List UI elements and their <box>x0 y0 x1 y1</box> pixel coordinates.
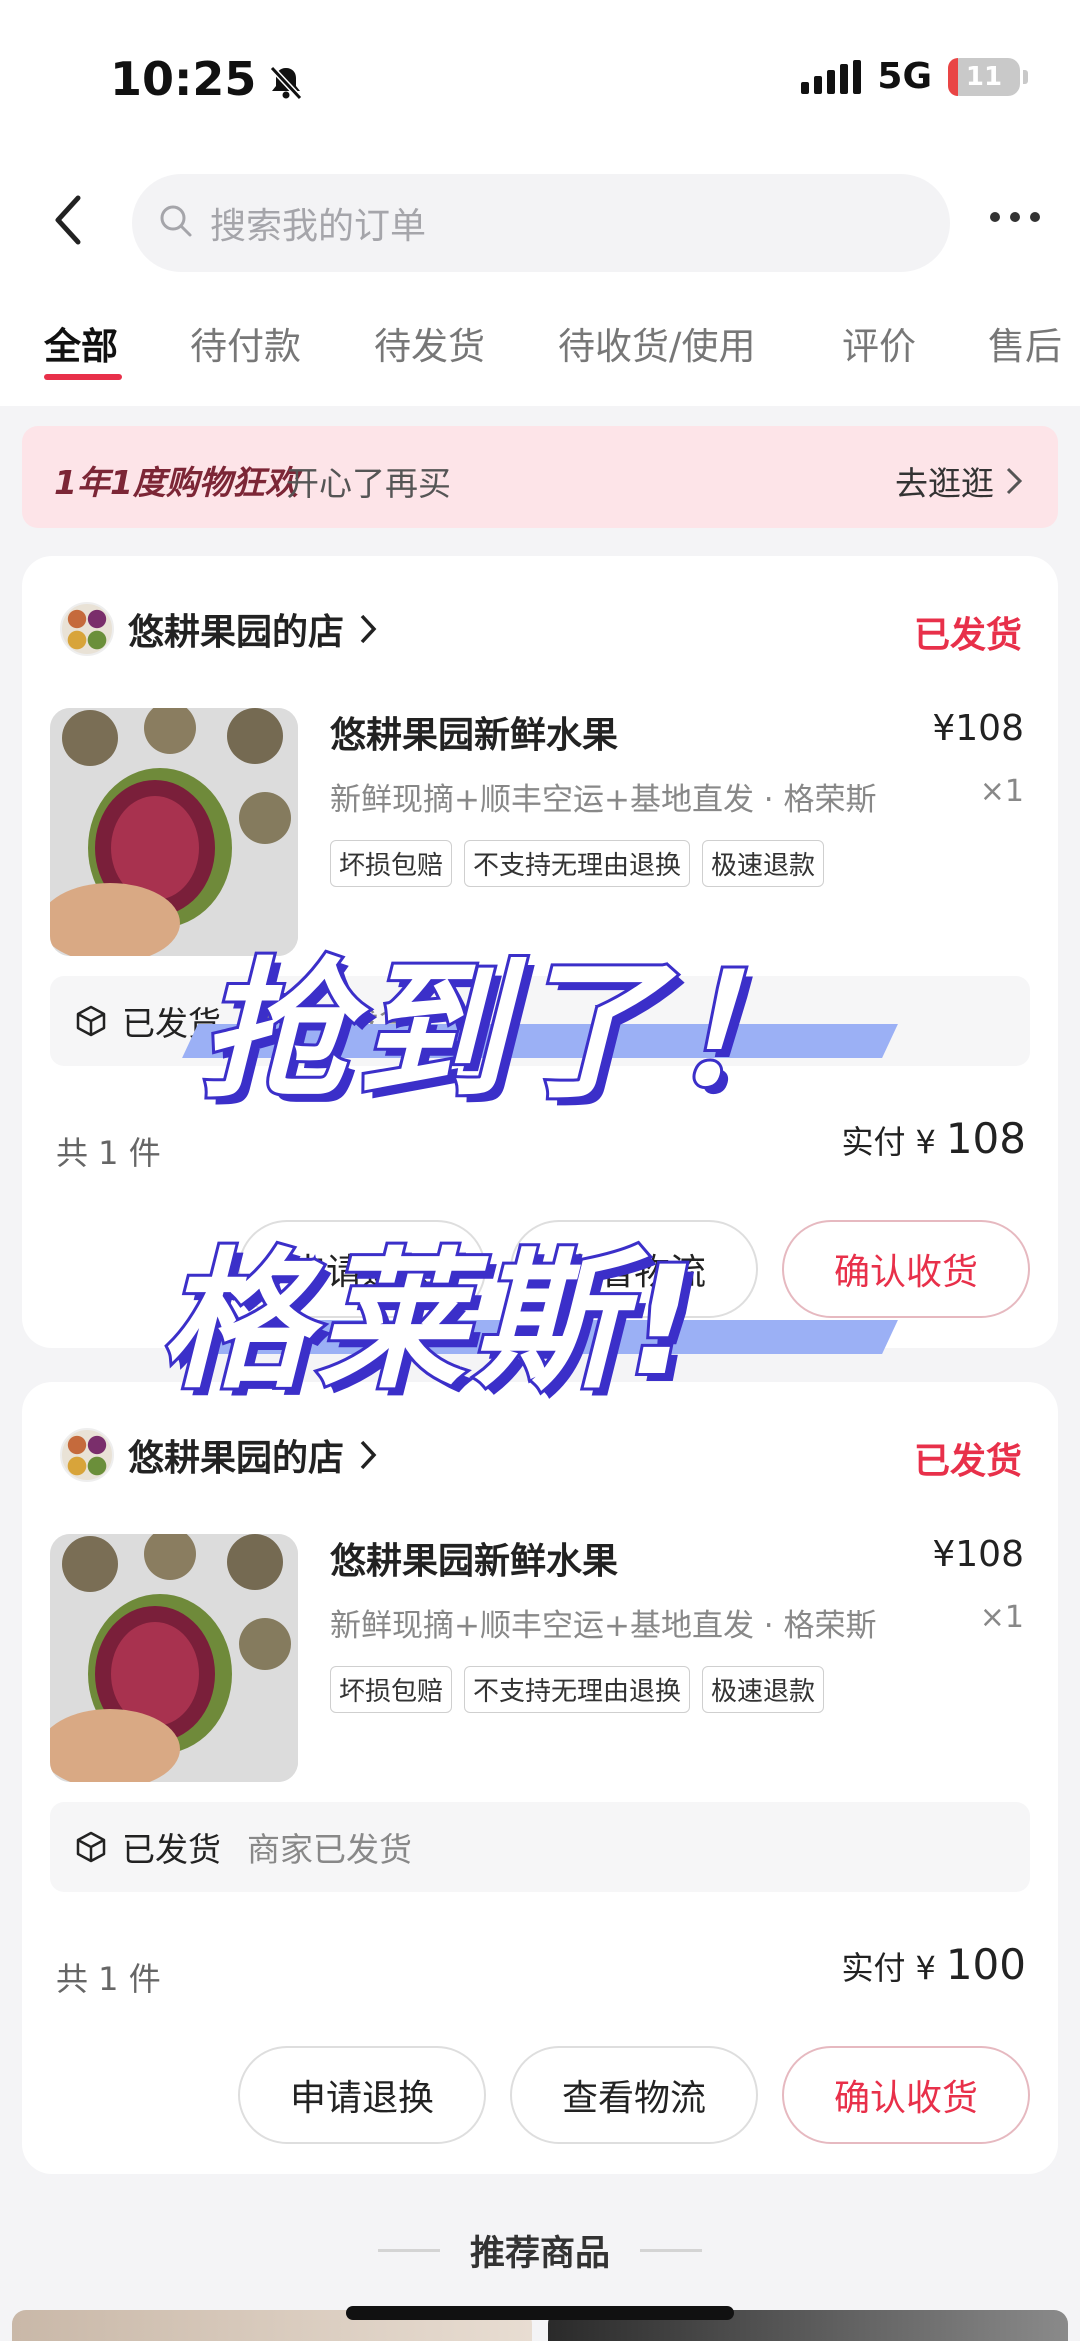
more-icon[interactable] <box>990 212 1040 222</box>
battery-icon: 11 <box>948 57 1028 96</box>
product-qty: ×1 <box>979 1600 1024 1635</box>
order-tabs: 全部 待付款 待发货 待收货/使用 评价 售后 <box>0 280 1080 406</box>
item-count: 共 1 件 <box>56 1134 161 1172</box>
product-title: 悠耕果园新鲜水果 <box>330 715 619 756</box>
banner-title: 1年1度购物狂欢 <box>54 463 298 502</box>
currency-symbol: ¥ <box>915 1949 936 1987</box>
confirm-receipt-button[interactable]: 确认收货 <box>782 1220 1030 1318</box>
tab-pending-receipt[interactable]: 待收货/使用 <box>558 316 755 370</box>
banner-link-label: 去逛逛 <box>895 464 994 503</box>
divider <box>640 2248 702 2252</box>
order-actions: 申请退换 查看物流 确认收货 <box>238 2046 1030 2144</box>
confirm-receipt-button[interactable]: 确认收货 <box>782 2046 1030 2144</box>
tab-pending-shipment[interactable]: 待发货 <box>374 316 485 370</box>
package-icon <box>76 1005 106 1037</box>
search-input[interactable]: 搜索我的订单 <box>132 174 950 272</box>
shipping-label: 已发货 <box>122 1004 221 1043</box>
return-button[interactable]: 申请退换 <box>238 1220 486 1318</box>
tag: 极速退款 <box>702 1666 825 1713</box>
tag: 不支持无理由退换 <box>464 840 691 887</box>
shop-avatar <box>60 602 114 656</box>
recommend-header: 推荐商品 <box>0 2210 1080 2290</box>
status-time: 10:25 <box>110 52 306 106</box>
track-logistics-button[interactable]: 查看物流 <box>510 2046 758 2144</box>
order-card[interactable]: 悠耕果园的店 已发货 悠耕果园新鲜水果 ¥108 新鲜现摘+顺丰空运+基地直发 … <box>22 1382 1058 2174</box>
paid-label: 实付 <box>841 1949 906 1987</box>
order-card[interactable]: 悠耕果园的店 已发货 悠耕果园新鲜水果 ¥108 新鲜现摘+顺丰空运+基地直发 … <box>22 556 1058 1348</box>
home-indicator[interactable] <box>346 2306 734 2320</box>
product-price: ¥108 <box>932 708 1024 749</box>
shipping-label: 已发货 <box>122 1830 221 1869</box>
item-count: 共 1 件 <box>56 1960 161 1998</box>
product-qty: ×1 <box>979 774 1024 809</box>
time-text: 10:25 <box>110 52 257 106</box>
tab-after-sales[interactable]: 售后 <box>988 316 1062 370</box>
promo-banner[interactable]: 1年1度购物狂欢 开心了再买 去逛逛 <box>22 426 1058 528</box>
tag: 不支持无理由退换 <box>464 1666 691 1713</box>
tab-active-indicator <box>44 374 122 380</box>
tag: 极速退款 <box>702 840 825 887</box>
paid-total: 实付 ¥ 108 <box>841 1114 1026 1163</box>
search-placeholder: 搜索我的订单 <box>210 206 427 247</box>
shipping-status[interactable]: 已发货 商家已发货 <box>50 976 1030 1066</box>
recommend-title: 推荐商品 <box>469 2233 610 2274</box>
product-desc: 新鲜现摘+顺丰空运+基地直发 · 格荣斯 <box>330 782 877 818</box>
banner-link[interactable]: 去逛逛 <box>895 457 1024 505</box>
paid-label: 实付 <box>841 1123 906 1161</box>
battery-level: 11 <box>965 61 1003 92</box>
service-tags: 坏损包赔 不支持无理由退换 极速退款 <box>330 1666 825 1713</box>
shop-row[interactable]: 悠耕果园的店 <box>60 1428 378 1482</box>
tab-all[interactable]: 全部 <box>44 316 118 370</box>
shop-name: 悠耕果园的店 <box>128 612 345 653</box>
network-type: 5G <box>877 56 932 97</box>
signal-icon <box>801 59 862 94</box>
shop-avatar <box>60 1428 114 1482</box>
back-icon[interactable] <box>48 190 88 250</box>
header: 搜索我的订单 <box>0 160 1080 280</box>
order-status: 已发货 <box>913 615 1022 656</box>
product-price: ¥108 <box>932 1534 1024 1575</box>
order-status: 已发货 <box>913 1441 1022 1482</box>
paid-total: 实付 ¥ 100 <box>841 1940 1026 1989</box>
order-actions: 申请退换 查看物流 确认收货 <box>238 1220 1030 1318</box>
paid-amount: 108 <box>945 1114 1026 1163</box>
shipping-desc: 商家已发货 <box>247 1830 412 1869</box>
tag: 坏损包赔 <box>330 1666 453 1713</box>
divider <box>377 2248 440 2252</box>
banner-subtitle: 开心了再买 <box>286 464 451 503</box>
chevron-right-icon <box>360 614 377 644</box>
tab-review[interactable]: 评价 <box>842 316 916 370</box>
shop-name: 悠耕果园的店 <box>128 1438 345 1479</box>
product-image[interactable] <box>50 1534 298 1782</box>
package-icon <box>76 1831 106 1863</box>
status-right: 5G 11 <box>801 56 1028 97</box>
product-image[interactable] <box>50 708 298 956</box>
product-desc: 新鲜现摘+顺丰空运+基地直发 · 格荣斯 <box>330 1608 877 1644</box>
currency-symbol: ¥ <box>915 1123 936 1161</box>
track-logistics-button[interactable]: 查看物流 <box>510 1220 758 1318</box>
status-bar: 10:25 5G 11 <box>0 0 1080 160</box>
search-icon <box>158 203 194 243</box>
shop-row[interactable]: 悠耕果园的店 <box>60 602 378 656</box>
bell-muted-icon <box>266 59 306 101</box>
tag: 坏损包赔 <box>330 840 453 887</box>
paid-amount: 100 <box>945 1940 1026 1989</box>
shipping-desc: 商家已发货 <box>247 1004 412 1043</box>
product-title: 悠耕果园新鲜水果 <box>330 1541 619 1582</box>
tab-pending-payment[interactable]: 待付款 <box>190 316 301 370</box>
shipping-status[interactable]: 已发货 商家已发货 <box>50 1802 1030 1892</box>
service-tags: 坏损包赔 不支持无理由退换 极速退款 <box>330 840 825 887</box>
return-button[interactable]: 申请退换 <box>238 2046 486 2144</box>
chevron-right-icon <box>360 1440 377 1470</box>
chevron-right-icon <box>1006 467 1023 495</box>
